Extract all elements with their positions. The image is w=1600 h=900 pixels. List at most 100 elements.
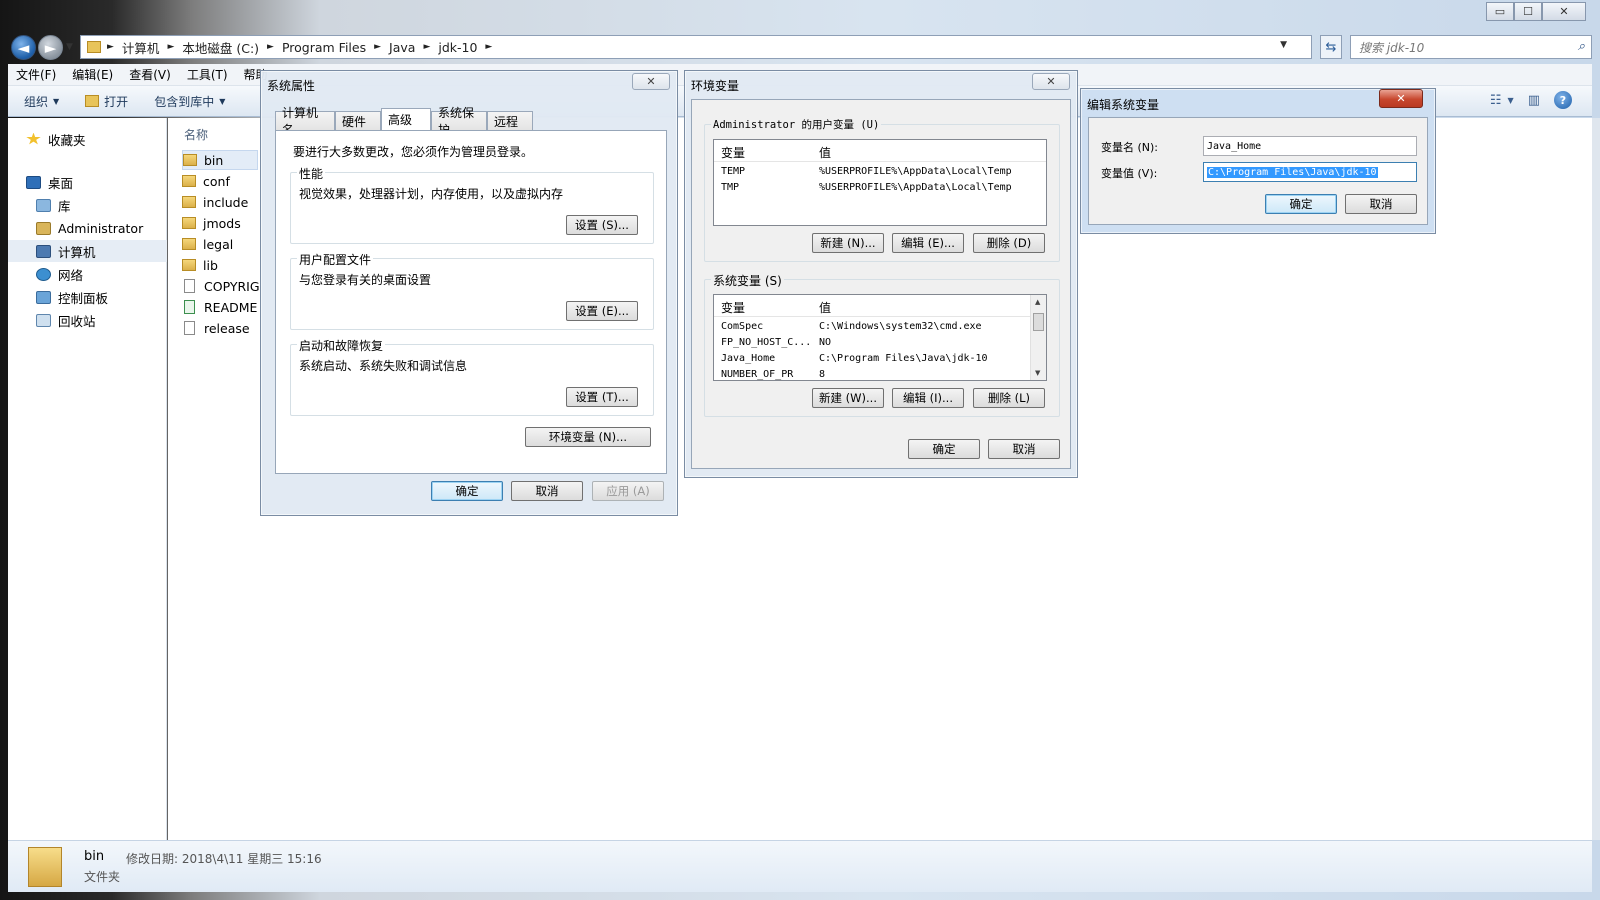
list-item[interactable]: release <box>182 318 250 338</box>
breadcrumb-jdk-10[interactable]: jdk-10 <box>438 40 477 55</box>
scroll-thumb[interactable] <box>1033 313 1044 331</box>
ok-button[interactable]: 确定 <box>1265 194 1337 214</box>
chevron-down-icon: ▼ <box>53 96 60 106</box>
user-new-button[interactable]: 新建 (N)... <box>812 233 884 253</box>
system-edit-button[interactable]: 编辑 (I)... <box>892 388 964 408</box>
list-item[interactable]: lib <box>182 255 218 275</box>
variable-name-field[interactable]: Java_Home <box>1203 136 1417 156</box>
breadcrumb-separator[interactable]: ► <box>423 42 430 52</box>
cancel-button[interactable]: 取消 <box>511 481 583 501</box>
organize-button[interactable]: 组织 ▼ <box>14 93 69 110</box>
table-row[interactable]: NUMBER_OF_PR 8 <box>714 367 1046 380</box>
nav-recycle-bin[interactable]: 回收站 <box>8 309 167 331</box>
search-icon[interactable]: ⌕ <box>1578 39 1585 54</box>
address-dropdown-icon[interactable]: ▼ <box>1280 40 1287 50</box>
nav-computer[interactable]: 计算机 <box>8 240 167 262</box>
cancel-button[interactable]: 取消 <box>988 439 1060 459</box>
minimize-button[interactable]: ▭ <box>1486 2 1514 21</box>
scroll-up-icon[interactable]: ▲ <box>1035 298 1040 306</box>
column-header-name[interactable]: 名称 <box>184 126 208 143</box>
close-button[interactable]: ✕ <box>632 73 670 90</box>
scroll-down-icon[interactable]: ▼ <box>1035 369 1040 377</box>
cancel-button[interactable]: 取消 <box>1345 194 1417 214</box>
system-variables-list[interactable]: 变量 值 ComSpec C:\Windows\system32\cmd.exe… <box>713 294 1047 381</box>
list-item[interactable]: legal <box>182 234 233 254</box>
user-edit-button[interactable]: 编辑 (E)... <box>892 233 964 253</box>
close-button[interactable]: ✕ <box>1032 73 1070 90</box>
tab-system-protection[interactable]: 系统保护 <box>431 106 487 137</box>
search-input[interactable]: 搜索 jdk-10 ⌕ <box>1350 35 1592 59</box>
tab-advanced[interactable]: 高级 <box>381 108 431 130</box>
nav-control-panel[interactable]: 控制面板 <box>8 286 167 308</box>
view-options-icon[interactable]: ☷ <box>1490 93 1502 108</box>
table-row[interactable]: TMP %USERPROFILE%\AppData\Local\Temp <box>714 180 1046 196</box>
tab-hardware[interactable]: 硬件 <box>335 111 381 130</box>
list-item[interactable]: COPYRIG <box>182 276 260 296</box>
breadcrumb-program-files[interactable]: Program Files <box>282 40 366 55</box>
breadcrumb-separator[interactable]: ► <box>267 42 274 52</box>
open-button[interactable]: 打开 <box>75 93 138 110</box>
performance-settings-button[interactable]: 设置 (S)... <box>566 215 638 235</box>
forward-button[interactable]: ► <box>38 35 63 60</box>
ok-button[interactable]: 确定 <box>431 481 503 501</box>
table-row[interactable]: Java_Home C:\Program Files\Java\jdk-10 <box>714 351 1046 367</box>
variable-value-field[interactable]: C:\Program Files\Java\jdk-10 <box>1203 162 1417 182</box>
chevron-down-icon[interactable]: ▼ <box>1508 96 1514 105</box>
back-button[interactable]: ◄ <box>11 35 36 60</box>
list-scrollbar[interactable]: ▲ ▼ <box>1030 295 1046 380</box>
close-button[interactable]: ✕ <box>1542 2 1586 21</box>
breadcrumb-separator[interactable]: ► <box>107 42 114 52</box>
column-header-value[interactable]: 值 <box>819 144 831 161</box>
column-header-variable[interactable]: 变量 <box>721 299 745 316</box>
list-item[interactable]: conf <box>182 171 230 191</box>
user-variables-list[interactable]: 变量 值 TEMP %USERPROFILE%\AppData\Local\Te… <box>713 139 1047 226</box>
nav-desktop[interactable]: 桌面 <box>8 171 167 193</box>
menu-file[interactable]: 文件(F) <box>8 66 64 83</box>
menu-tools[interactable]: 工具(T) <box>179 66 236 83</box>
nav-network[interactable]: 网络 <box>8 263 167 285</box>
breadcrumb-computer[interactable]: 计算机 <box>122 38 160 57</box>
nav-favorites[interactable]: 收藏夹 <box>8 128 167 150</box>
close-button[interactable]: ✕ <box>1379 89 1423 108</box>
window-edge-scrollbar[interactable] <box>1592 118 1600 840</box>
control-panel-icon <box>36 290 51 304</box>
environment-variables-button[interactable]: 环境变量 (N)... <box>525 427 651 447</box>
refresh-button[interactable]: ⇆ <box>1320 35 1342 59</box>
maximize-button[interactable]: ☐ <box>1514 2 1542 21</box>
table-row[interactable]: TEMP %USERPROFILE%\AppData\Local\Temp <box>714 164 1046 180</box>
tab-remote[interactable]: 远程 <box>487 111 533 130</box>
table-row[interactable]: ComSpec C:\Windows\system32\cmd.exe <box>714 319 1046 335</box>
breadcrumb-drive-c[interactable]: 本地磁盘 (C:) <box>182 38 259 57</box>
address-bar[interactable]: ► 计算机 ► 本地磁盘 (C:) ► Program Files ► Java… <box>80 35 1312 59</box>
column-header-variable[interactable]: 变量 <box>721 144 745 161</box>
system-delete-button[interactable]: 删除 (L) <box>973 388 1045 408</box>
list-item[interactable]: include <box>182 192 248 212</box>
nav-administrator[interactable]: Administrator <box>8 217 167 239</box>
user-profiles-settings-button[interactable]: 设置 (E)... <box>566 301 638 321</box>
nav-library[interactable]: 库 <box>8 194 167 216</box>
breadcrumb-separator[interactable]: ► <box>485 42 492 52</box>
table-row[interactable]: FP_NO_HOST_C... NO <box>714 335 1046 351</box>
column-header-value[interactable]: 值 <box>819 299 831 316</box>
list-item[interactable]: bin <box>182 150 258 170</box>
help-icon[interactable]: ? <box>1554 91 1572 109</box>
breadcrumb-java[interactable]: Java <box>389 40 415 55</box>
ok-button[interactable]: 确定 <box>908 439 980 459</box>
list-item[interactable]: README <box>182 297 257 317</box>
preview-pane-icon[interactable]: ▥ <box>1528 93 1540 108</box>
user-delete-button[interactable]: 删除 (D) <box>973 233 1045 253</box>
startup-recovery-settings-button[interactable]: 设置 (T)... <box>566 387 638 407</box>
apply-button[interactable]: 应用 (A) <box>592 481 664 501</box>
tab-computer-name[interactable]: 计算机名 <box>275 106 335 137</box>
menu-edit[interactable]: 编辑(E) <box>64 66 121 83</box>
breadcrumb-separator[interactable]: ► <box>374 42 381 52</box>
recycle-bin-icon <box>36 313 51 327</box>
startup-recovery-group: 启动和故障恢复 系统启动、系统失败和调试信息 设置 (T)... <box>290 337 654 416</box>
include-in-library-button[interactable]: 包含到库中 ▼ <box>144 93 235 110</box>
breadcrumb-separator[interactable]: ► <box>167 42 174 52</box>
menu-view[interactable]: 查看(V) <box>121 66 179 83</box>
title-bar: ▭ ☐ ✕ <box>0 0 1600 32</box>
list-item[interactable]: jmods <box>182 213 241 233</box>
recent-pages-dropdown[interactable]: ▼ <box>66 42 73 52</box>
system-new-button[interactable]: 新建 (W)... <box>812 388 884 408</box>
